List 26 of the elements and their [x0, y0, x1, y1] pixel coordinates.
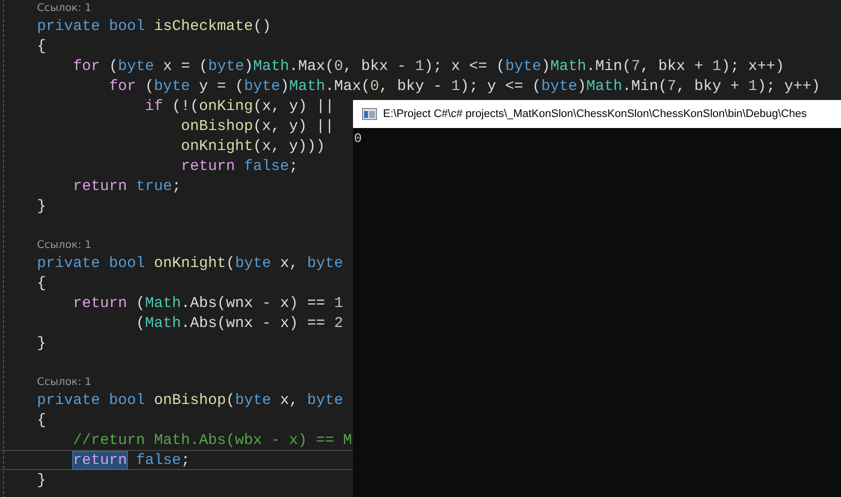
console-output: 0	[353, 130, 362, 146]
code-line: {	[37, 38, 46, 54]
code-line: if (!(onKing(x, y) ||	[145, 98, 334, 114]
code-line: return (Math.Abs(wnx - x) == 1	[73, 294, 344, 312]
console-title: E:\Project C#\c# projects\_MatKonSlon\ChessKonSlon\ChessKonSlon\bin\Debug\Ches	[383, 108, 807, 120]
code-line: onBishop(x, y) ||	[181, 118, 334, 134]
code-line: for (byte y = (byte)Math.Max(0, bky - 1); y <= (byte)Math.Min(7, bky + 1); y++)	[109, 78, 820, 94]
console-app-icon	[362, 108, 377, 120]
code-line: }	[37, 334, 46, 352]
code-line: }	[37, 472, 46, 488]
code-line: {	[37, 274, 46, 292]
reference-count[interactable]: Ссылок: 1	[37, 376, 92, 388]
code-line: //return Math.Abs(wbx - x) == M	[73, 432, 352, 448]
code-line: return false;	[181, 158, 298, 174]
code-line: (Math.Abs(wnx - x) == 2	[136, 314, 344, 332]
code-line: }	[37, 198, 46, 214]
code-line: {	[37, 412, 46, 428]
code-line: return false;	[73, 452, 190, 468]
reference-count[interactable]: Ссылок: 1	[37, 2, 92, 14]
code-line: return true;	[73, 178, 182, 194]
code-line: for (byte x = (byte)Math.Max(0, bkx - 1); x <= (byte)Math.Min(7, bkx + 1); x++)	[73, 58, 784, 74]
code-line: onKnight(x, y)))	[181, 138, 326, 154]
code-line: private bool onKnight(byte x, byte	[37, 254, 344, 272]
reference-count[interactable]: Ссылок: 1	[37, 238, 92, 250]
code-line: private bool isCheckmate()	[37, 18, 272, 34]
code-line: private bool onBishop(byte x, byte	[37, 392, 344, 408]
